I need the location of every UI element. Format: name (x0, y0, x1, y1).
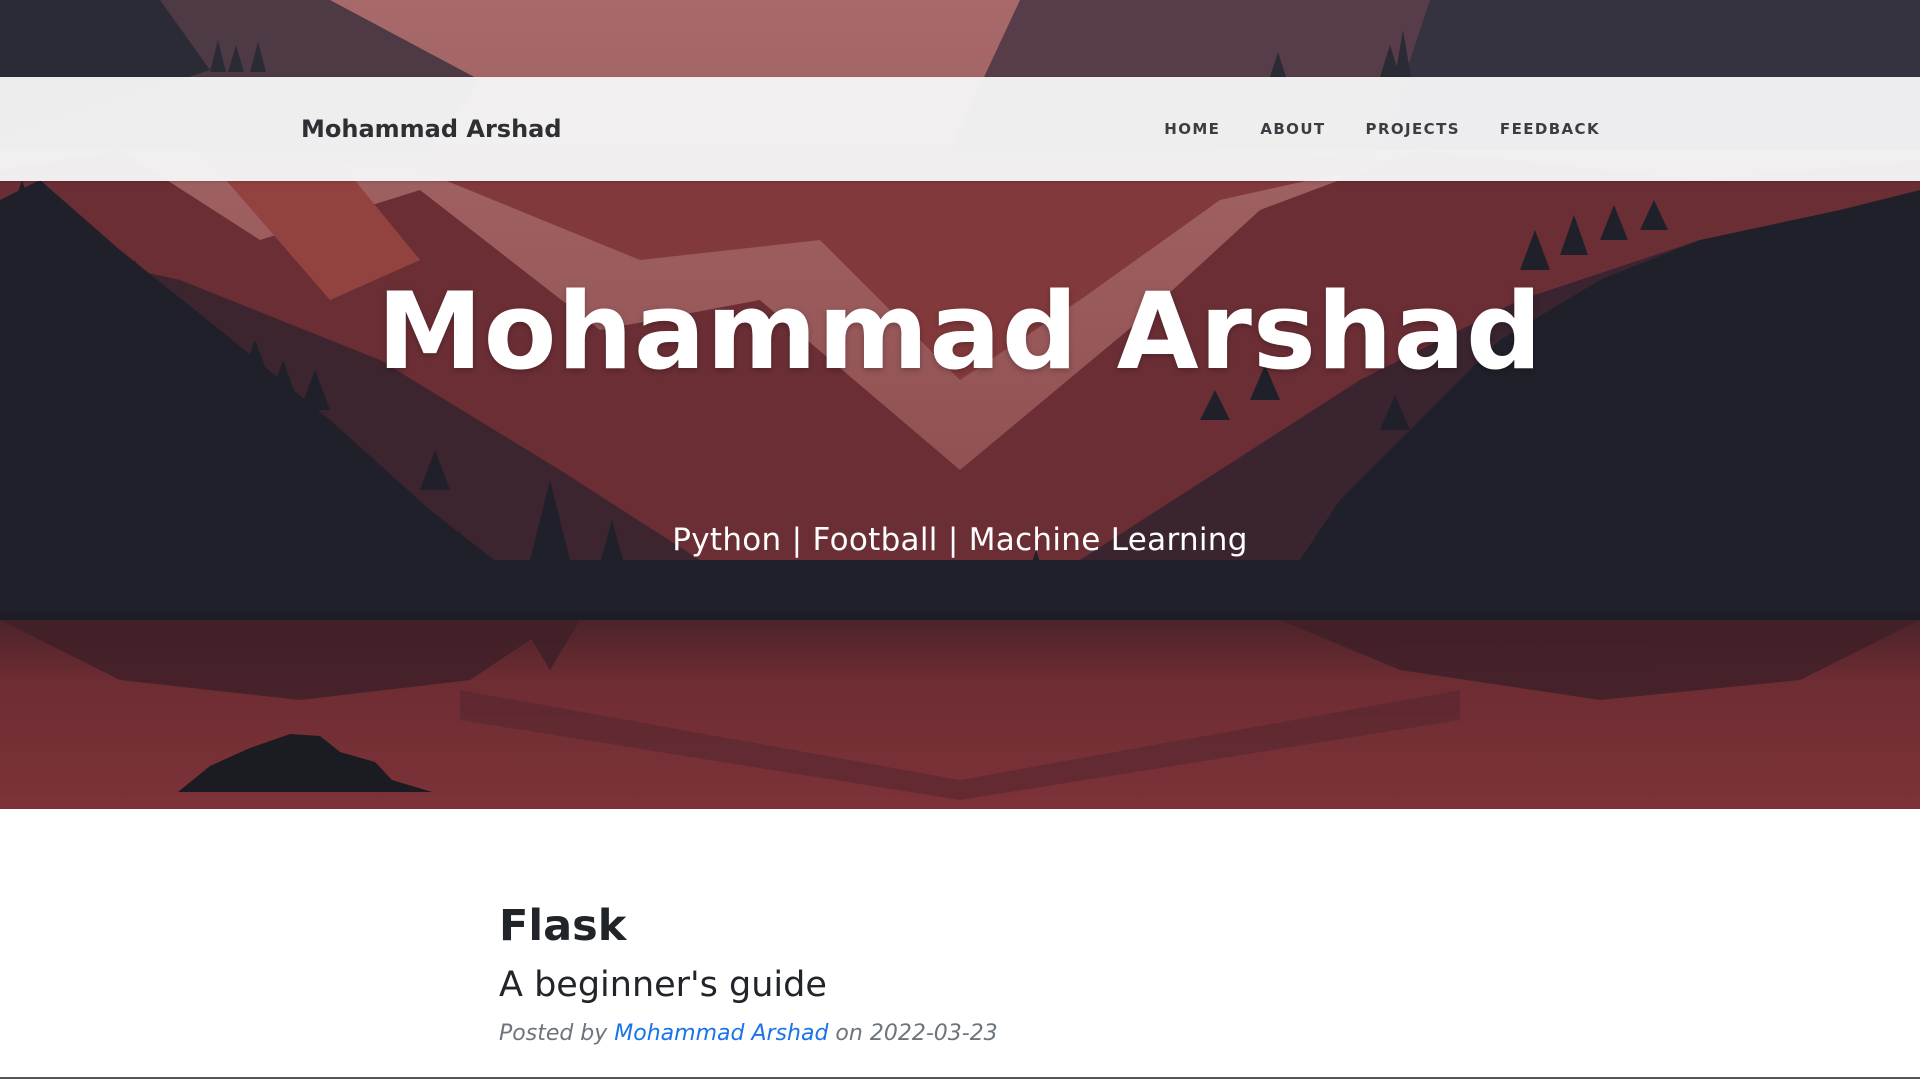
nav-link-projects[interactable]: PROJECTS (1366, 120, 1460, 138)
hero-title: Mohammad Arshad (377, 270, 1543, 393)
page: Mohammad Arshad Python | Football | Mach… (0, 0, 1920, 1080)
nav-links: HOME ABOUT PROJECTS FEEDBACK (1124, 77, 1600, 181)
brand-link[interactable]: Mohammad Arshad (301, 77, 562, 181)
nav-link-feedback[interactable]: FEEDBACK (1500, 120, 1600, 138)
bottom-divider (0, 1077, 1920, 1079)
post-date: 2022-03-23 (869, 1021, 998, 1046)
post-meta-on: on (835, 1021, 863, 1046)
post-author-link[interactable]: Mohammad Arshad (614, 1021, 828, 1046)
post-title[interactable]: Flask (499, 900, 1459, 952)
top-navbar: Mohammad Arshad HOME ABOUT PROJECTS FEED… (0, 77, 1920, 181)
post-preview: Flask A beginner's guide Posted by Moham… (499, 900, 1459, 1050)
post-meta-prefix: Posted by (499, 1021, 608, 1046)
post-subtitle[interactable]: A beginner's guide (499, 962, 1459, 1008)
nav-link-about[interactable]: ABOUT (1260, 120, 1325, 138)
hero-subtitle: Python | Football | Machine Learning (672, 522, 1248, 558)
nav-link-home[interactable]: HOME (1164, 120, 1220, 138)
post-meta: Posted by Mohammad Arshad on 2022-03-23 (499, 1018, 1459, 1050)
